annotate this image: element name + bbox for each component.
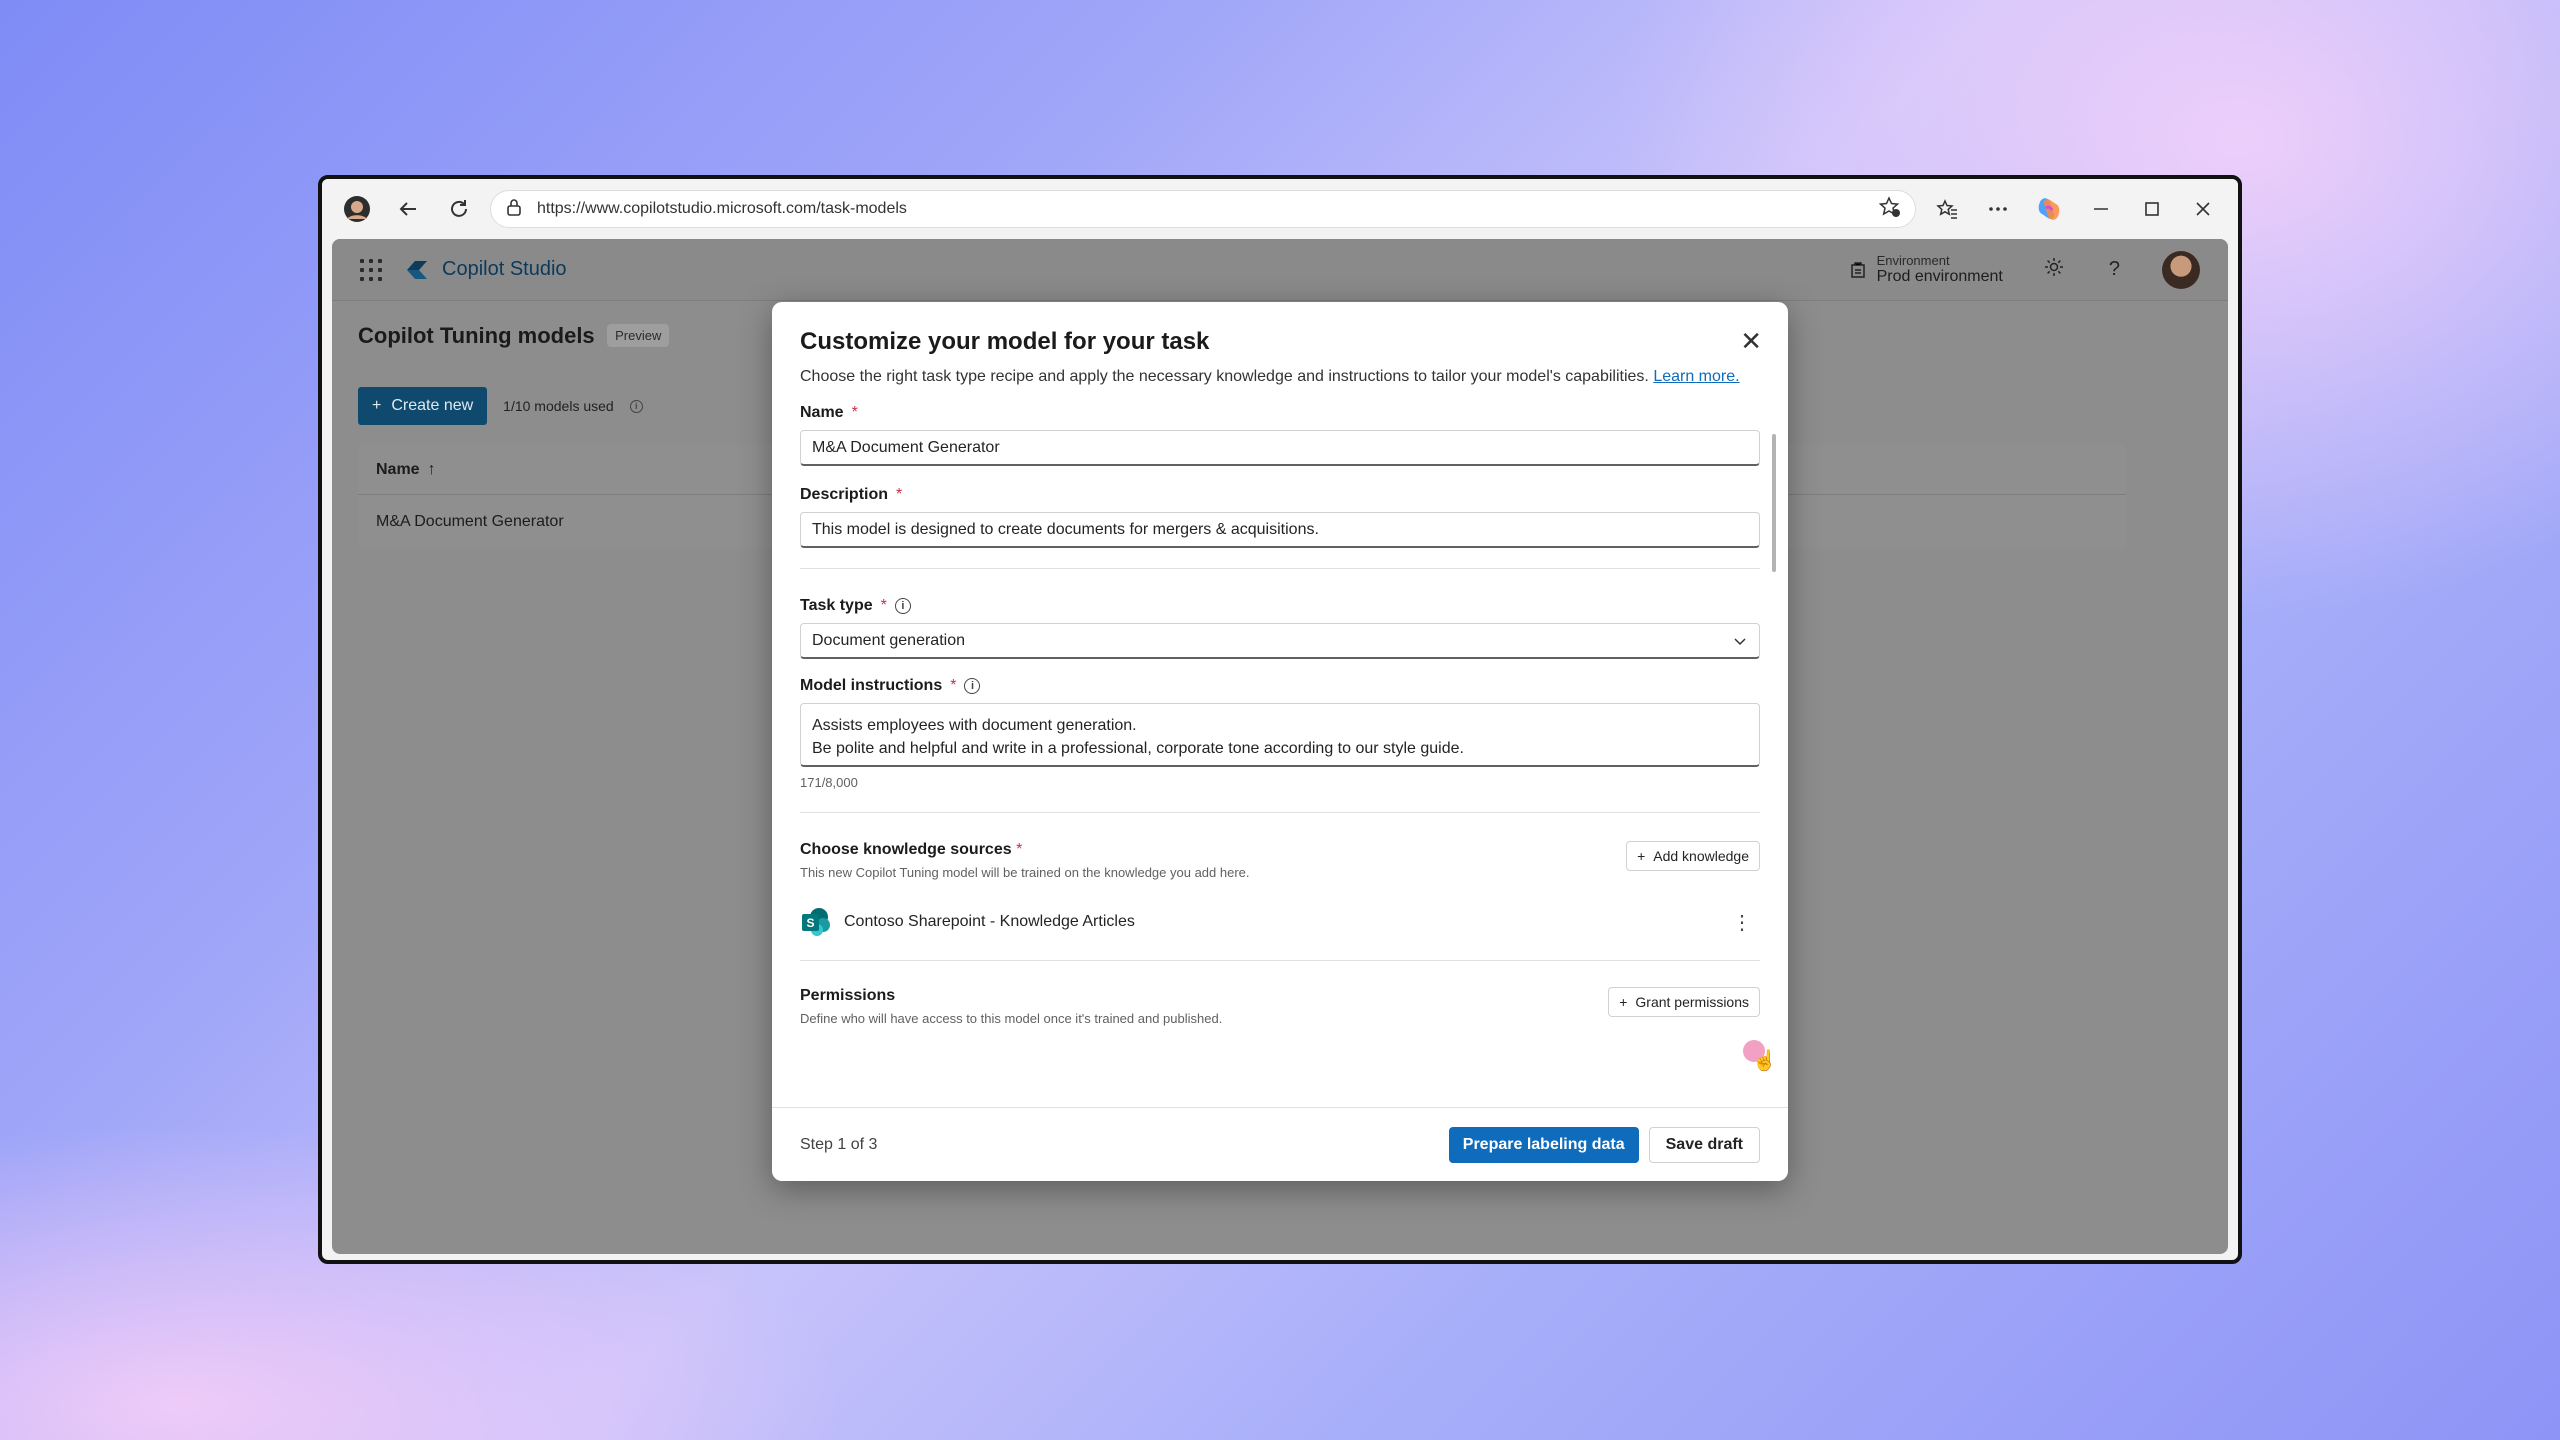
- address-bar[interactable]: https://www.copilotstudio.microsoft.com/…: [489, 190, 1916, 228]
- dialog-scrollbar[interactable]: [1772, 434, 1776, 572]
- help-icon[interactable]: ?: [2109, 258, 2120, 281]
- dialog-subtitle-text: Choose the right task type recipe and ap…: [800, 368, 1649, 385]
- info-icon[interactable]: i: [629, 399, 643, 413]
- info-icon[interactable]: i: [894, 598, 911, 614]
- favorites-icon[interactable]: [1926, 187, 1967, 231]
- brand-name: Copilot Studio: [442, 258, 567, 280]
- minimize-icon[interactable]: [2080, 187, 2121, 231]
- model-instructions-label: Model instructions * i: [800, 677, 1760, 695]
- task-type-label: Task type * i: [800, 597, 1760, 615]
- environment-picker[interactable]: Environment Prod environment: [1849, 253, 2003, 286]
- add-knowledge-button[interactable]: + Add knowledge: [1626, 841, 1760, 871]
- model-instructions-textarea[interactable]: Assists employees with document generati…: [800, 703, 1760, 767]
- dialog-title: Customize your model for your task: [800, 328, 1210, 355]
- page-title: Copilot Tuning models: [358, 323, 595, 348]
- description-label: Description *: [800, 486, 903, 503]
- divider: [800, 960, 1760, 961]
- more-icon[interactable]: [1977, 187, 2018, 231]
- name-label: Name *: [800, 404, 858, 421]
- grant-permissions-button[interactable]: + Grant permissions: [1608, 987, 1760, 1017]
- maximize-icon[interactable]: [2131, 187, 2172, 231]
- url-text: https://www.copilotstudio.microsoft.com/…: [536, 200, 907, 217]
- preview-badge: Preview: [607, 324, 670, 347]
- close-icon[interactable]: ✕: [1740, 328, 1762, 354]
- app-launcher-icon[interactable]: [360, 258, 382, 281]
- environment-value: Prod environment: [1876, 268, 2003, 285]
- favorite-add-icon[interactable]: [1878, 195, 1901, 223]
- app-header: Copilot Studio Environment Prod environm…: [332, 239, 2228, 301]
- copilot-icon[interactable]: [2029, 187, 2070, 231]
- info-icon[interactable]: i: [964, 678, 981, 694]
- table-cell-name: M&A Document Generator: [376, 513, 564, 530]
- save-draft-button[interactable]: Save draft: [1648, 1126, 1760, 1163]
- refresh-icon[interactable]: [439, 187, 480, 231]
- permissions-desc: Define who will have access to this mode…: [800, 1011, 1223, 1026]
- chevron-down-icon: [1734, 637, 1746, 645]
- sharepoint-icon: S: [800, 906, 832, 938]
- task-type-dropdown[interactable]: Document generation: [800, 623, 1760, 659]
- dialog-body: Customize your model for your task ✕ Cho…: [772, 302, 1788, 1102]
- sort-ascending-icon: ↑: [427, 460, 436, 478]
- svg-text:S: S: [806, 916, 814, 930]
- prepare-labeling-data-button[interactable]: Prepare labeling data: [1448, 1126, 1639, 1163]
- brand[interactable]: Copilot Studio: [404, 258, 567, 282]
- more-options-icon[interactable]: ⋮: [1732, 910, 1760, 935]
- divider: [800, 568, 1760, 569]
- customize-model-dialog: Customize your model for your task ✕ Cho…: [772, 302, 1788, 1181]
- create-new-button[interactable]: + Create new: [358, 387, 488, 425]
- knowledge-source-name: Contoso Sharepoint - Knowledge Articles: [844, 913, 1135, 930]
- models-used-text: 1/10 models used: [503, 398, 614, 414]
- knowledge-sources-desc: This new Copilot Tuning model will be tr…: [800, 865, 1250, 880]
- task-type-value: Document generation: [812, 631, 965, 649]
- instructions-line: Assists employees with document generati…: [812, 717, 1137, 734]
- profile-avatar-icon[interactable]: [336, 187, 377, 231]
- step-indicator: Step 1 of 3: [800, 1135, 878, 1153]
- back-icon[interactable]: [387, 187, 428, 231]
- knowledge-source-item[interactable]: S Contoso Sharepoint - Knowledge Article…: [800, 906, 1760, 938]
- browser-toolbar: https://www.copilotstudio.microsoft.com/…: [322, 179, 2238, 239]
- plus-icon: +: [1637, 848, 1646, 864]
- name-field[interactable]: M&A Document Generator: [800, 430, 1760, 466]
- settings-icon[interactable]: [2043, 256, 2065, 283]
- mouse-pointer-icon: ☝: [1752, 1050, 1777, 1072]
- dialog-footer: Step 1 of 3 Prepare labeling data Save d…: [772, 1107, 1788, 1181]
- copilot-studio-logo-icon: [407, 260, 427, 279]
- permissions-title: Permissions: [800, 987, 896, 1004]
- character-counter: 171/8,000: [800, 775, 858, 790]
- plus-icon: +: [1619, 994, 1628, 1010]
- instructions-line: Be polite and helpful and write in a pro…: [812, 740, 1464, 757]
- close-window-icon[interactable]: [2183, 187, 2224, 231]
- divider: [800, 812, 1760, 813]
- create-new-label: Create new: [391, 397, 474, 414]
- description-field[interactable]: This model is designed to create documen…: [800, 512, 1760, 548]
- environment-label: Environment: [1876, 253, 1950, 268]
- dialog-subtitle: Choose the right task type recipe and ap…: [800, 368, 1760, 386]
- plus-icon: +: [372, 397, 382, 414]
- environment-icon: [1850, 261, 1865, 278]
- user-avatar[interactable]: [2162, 250, 2200, 289]
- lock-icon: [505, 198, 523, 221]
- knowledge-sources-title: Choose knowledge sources *: [800, 841, 1023, 858]
- learn-more-link[interactable]: Learn more.: [1653, 368, 1739, 385]
